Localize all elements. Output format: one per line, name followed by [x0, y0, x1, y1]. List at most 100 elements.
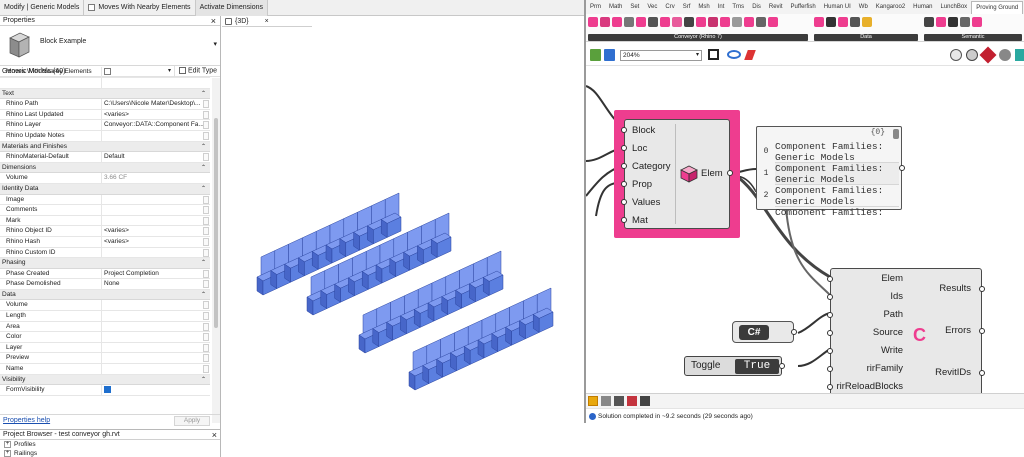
- edit-value-button[interactable]: [203, 100, 209, 109]
- input-param-category[interactable]: Category: [632, 161, 671, 172]
- view-tab-3d[interactable]: {3D} ×: [222, 16, 312, 27]
- conveyor-component-icon[interactable]: [588, 17, 598, 27]
- grasshopper-canvas[interactable]: Block Loc Category Prop Values Mat Elem {0} 0 Co…: [586, 66, 1024, 396]
- conveyor-component-icon[interactable]: [768, 17, 778, 27]
- input-grip[interactable]: [827, 384, 833, 390]
- moves-with-nearby-toggle[interactable]: Moves With Nearby Elements: [84, 0, 196, 16]
- scrollbar-thumb[interactable]: [214, 118, 218, 328]
- output-param-elem[interactable]: Elem: [701, 168, 723, 179]
- document-preview-icon[interactable]: [1015, 49, 1024, 61]
- gh-tab[interactable]: Revit: [765, 1, 787, 14]
- close-icon[interactable]: ×: [212, 430, 217, 440]
- gh-tab[interactable]: Srf: [679, 1, 695, 14]
- property-value[interactable]: Conveyor::DATA::Component Fa...: [102, 120, 210, 130]
- property-value[interactable]: Project Completion: [102, 269, 210, 279]
- property-value[interactable]: [102, 300, 210, 310]
- output-grip[interactable]: [727, 170, 733, 176]
- edit-value-button[interactable]: [203, 333, 209, 342]
- gh-tab[interactable]: Set: [626, 1, 643, 14]
- input-param-loc[interactable]: Loc: [632, 143, 647, 154]
- checkbox-icon[interactable]: [104, 67, 111, 75]
- property-group-header[interactable]: Data ⌃: [0, 289, 210, 301]
- collapse-icon[interactable]: ⌃: [201, 184, 206, 194]
- save-file-icon[interactable]: [604, 49, 615, 61]
- expand-icon[interactable]: +: [4, 441, 11, 448]
- preview-wire-icon[interactable]: [966, 49, 978, 61]
- zoom-extents-icon[interactable]: [708, 49, 719, 60]
- input-grip[interactable]: [621, 217, 627, 223]
- edit-value-button[interactable]: [203, 312, 209, 321]
- open-file-icon[interactable]: [590, 49, 601, 61]
- output-param-results[interactable]: Results: [939, 283, 971, 294]
- conveyor-component-icon[interactable]: [672, 17, 682, 27]
- status-icon[interactable]: [588, 396, 598, 406]
- gh-tab[interactable]: Proving Ground: [971, 1, 1024, 14]
- properties-scrollbar[interactable]: [212, 78, 220, 423]
- property-value[interactable]: [102, 311, 210, 321]
- gh-tab[interactable]: Msh: [694, 1, 713, 14]
- sketch-pen-icon[interactable]: [744, 50, 756, 60]
- property-value[interactable]: [102, 353, 210, 363]
- semantic-component-icon[interactable]: [936, 17, 946, 27]
- conveyor-component-icon[interactable]: [636, 17, 646, 27]
- conveyor-component-icon[interactable]: [624, 17, 634, 27]
- collapse-icon[interactable]: ⌃: [201, 89, 206, 99]
- property-value[interactable]: 3.66 CF: [102, 173, 210, 183]
- output-grip[interactable]: [979, 370, 985, 376]
- property-value[interactable]: [102, 364, 210, 374]
- input-param-ids[interactable]: Ids: [890, 291, 903, 302]
- panel-scrollbar[interactable]: [893, 129, 899, 139]
- property-value[interactable]: <varies>: [102, 110, 210, 120]
- input-param-mat[interactable]: Mat: [632, 215, 648, 226]
- property-value[interactable]: C:\Users\Nicole Mater\Desktop\...: [102, 99, 210, 109]
- collapse-icon[interactable]: ⌃: [201, 142, 206, 152]
- data-component-icon[interactable]: [838, 17, 848, 27]
- status-icon[interactable]: [614, 396, 624, 406]
- chevron-down-icon[interactable]: ▾: [696, 51, 699, 60]
- input-param-source[interactable]: Source: [873, 327, 903, 338]
- property-value[interactable]: [102, 131, 210, 141]
- property-value[interactable]: [102, 67, 210, 77]
- collapse-icon[interactable]: ⌃: [201, 258, 206, 268]
- browser-item-railings[interactable]: + Railings: [0, 449, 220, 457]
- checkbox-icon[interactable]: [88, 4, 96, 11]
- conveyor-component-icon[interactable]: [696, 17, 706, 27]
- edit-value-button[interactable]: [203, 365, 209, 374]
- apply-button[interactable]: Apply: [174, 416, 210, 426]
- gh-tab[interactable]: Human: [909, 1, 936, 14]
- input-grip[interactable]: [621, 145, 627, 151]
- browser-item-profiles[interactable]: + Profiles: [0, 440, 220, 449]
- property-value[interactable]: [102, 248, 210, 258]
- property-value[interactable]: <varies>: [102, 237, 210, 247]
- edit-value-button[interactable]: [203, 280, 209, 289]
- input-grip[interactable]: [827, 366, 833, 372]
- edit-value-button[interactable]: [203, 110, 209, 119]
- output-panel[interactable]: {0} 0 Component Families: Generic Models 1 C…: [756, 126, 905, 215]
- edit-value-button[interactable]: [203, 354, 209, 363]
- output-grip[interactable]: [979, 286, 985, 292]
- revit-write-component[interactable]: Elem Ids Path Source Write rirFamily rirReload…: [827, 268, 985, 396]
- property-value[interactable]: [102, 195, 210, 205]
- gh-tab[interactable]: Prm: [586, 1, 605, 14]
- input-grip[interactable]: [621, 127, 627, 133]
- property-value[interactable]: None: [102, 279, 210, 289]
- csharp-param[interactable]: C#: [732, 321, 797, 343]
- semantic-component-icon[interactable]: [960, 17, 970, 27]
- chevron-down-icon[interactable]: ▾: [213, 40, 217, 48]
- input-grip[interactable]: [827, 294, 833, 300]
- collapse-icon[interactable]: ⌃: [201, 163, 206, 173]
- input-param-block[interactable]: Block: [632, 125, 655, 136]
- input-grip[interactable]: [827, 312, 833, 318]
- conveyor-block-component[interactable]: Block Loc Category Prop Values Mat Elem: [621, 119, 733, 229]
- input-param-write[interactable]: Write: [881, 345, 903, 356]
- input-grip[interactable]: [827, 348, 833, 354]
- gh-tab[interactable]: Crv: [661, 1, 678, 14]
- edit-value-button[interactable]: [203, 248, 209, 257]
- gh-tab[interactable]: Kangaroo2: [872, 1, 909, 14]
- gh-tab[interactable]: Wb: [855, 1, 872, 14]
- property-group-header[interactable]: Identity Data ⌃: [0, 183, 210, 195]
- conveyor-component-icon[interactable]: [660, 17, 670, 27]
- input-param-prop[interactable]: Prop: [632, 179, 652, 190]
- toggle-value[interactable]: True: [735, 359, 779, 374]
- status-icon[interactable]: [627, 396, 637, 406]
